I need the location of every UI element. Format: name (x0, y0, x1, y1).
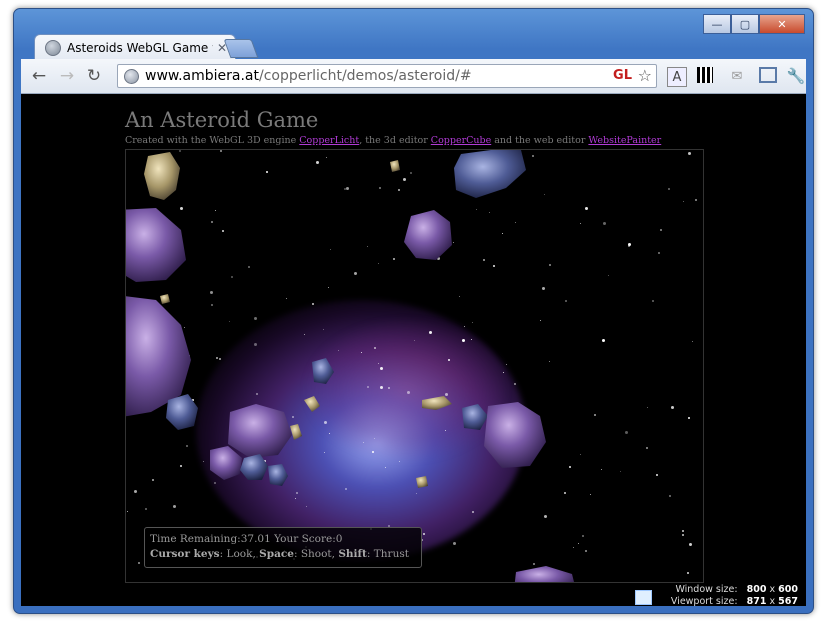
credits-mid: , the 3d editor (359, 135, 431, 146)
time-label: Time Remaining: (150, 533, 241, 545)
score-label: Your Score: (274, 533, 336, 545)
game-canvas[interactable]: Time Remaining:37.01 Your Score:0 Cursor… (125, 149, 704, 583)
asteroid (422, 396, 452, 410)
asteroid (404, 210, 452, 260)
asteroid (160, 294, 170, 304)
page-title: An Asteroid Game (125, 108, 319, 132)
asteroid (210, 446, 242, 480)
score-value: 0 (335, 533, 343, 545)
credits-line: Created with the WebGL 3D engine CopperL… (125, 135, 661, 146)
asteroid-layer (126, 150, 574, 582)
viewport-size-icon (635, 590, 652, 605)
coppercube-link[interactable]: CopperCube (431, 135, 491, 146)
viewport-width: 871 (746, 596, 767, 606)
browser-toolbar: ← → ↻ www.ambiera.at/copperlicht/demos/a… (21, 59, 806, 94)
bookmark-star-icon[interactable]: ☆ (638, 66, 652, 85)
webgl-badge[interactable]: GL (613, 68, 632, 83)
address-bar[interactable]: www.ambiera.at/copperlicht/demos/asteroi… (117, 64, 657, 88)
asteroid (228, 404, 292, 458)
viewport-height: 567 (778, 596, 798, 606)
viewport-size-info: Window size: 800 x 600 Viewport size: 87… (671, 584, 798, 606)
viewport-x: x (769, 596, 776, 606)
globe-icon (124, 68, 139, 84)
hud-controls-line: Cursor keys: Look, Space: Shoot, Shift: … (150, 547, 421, 562)
asteroid (454, 150, 526, 198)
space-key-action: : Shoot, (293, 548, 335, 560)
asteroid (312, 358, 334, 384)
cursor-keys-action: : Look, (219, 548, 256, 560)
shift-key-label: Shift (338, 548, 367, 560)
maximize-button[interactable]: ▢ (731, 14, 759, 34)
forward-arrow-icon[interactable]: → (57, 66, 77, 86)
credits-mid2: and the web editor (491, 135, 589, 146)
asteroid (484, 402, 546, 468)
credits-prefix: Created with the WebGL 3D engine (125, 135, 300, 146)
asteroid (126, 208, 186, 282)
url-domain: www.ambiera.at (145, 68, 259, 84)
game-hud: Time Remaining:37.01 Your Score:0 Cursor… (144, 527, 422, 568)
asteroid (514, 566, 574, 582)
viewport-size-row: Viewport size: 871 x 567 (671, 596, 798, 606)
browser-window: — ▢ ✕ Asteroids WebGL Game wit ✕ ← → ↻ w… (13, 8, 814, 614)
window-size-row: Window size: 800 x 600 (671, 584, 798, 596)
asteroid (304, 396, 320, 412)
mail-icon[interactable]: ✉ (728, 67, 746, 85)
time-value: 37.01 (240, 533, 271, 545)
asteroid (390, 160, 400, 172)
tab-title: Asteroids WebGL Game wit (67, 40, 213, 55)
copperlicht-link[interactable]: CopperLicht (299, 135, 359, 146)
translate-icon[interactable]: A (667, 67, 687, 87)
qr-code-icon[interactable] (697, 67, 713, 83)
asteroid (268, 464, 288, 486)
wrench-icon[interactable]: 🔧 (787, 67, 806, 85)
close-window-button[interactable]: ✕ (759, 14, 805, 34)
asteroid (240, 454, 268, 480)
globe-icon (45, 39, 61, 56)
cursor-keys-label: Cursor keys (150, 548, 220, 560)
hud-status-line: Time Remaining:37.01 Your Score:0 (150, 532, 421, 547)
window-width: 800 (746, 584, 767, 595)
websitepainter-link[interactable]: WebsitePainter (588, 135, 661, 146)
window-x: x (769, 584, 776, 595)
asteroid (166, 394, 198, 430)
viewport-size-label: Viewport size: (670, 596, 738, 606)
new-tab-button[interactable] (223, 39, 259, 58)
space-key-label: Space (259, 548, 294, 560)
browser-tab[interactable]: Asteroids WebGL Game wit ✕ (34, 34, 236, 60)
asteroid (462, 404, 488, 430)
asteroid (416, 476, 428, 488)
window-controls: — ▢ ✕ (703, 14, 805, 34)
shift-key-action: : Thrust (366, 548, 409, 560)
window-size-label: Window size: (675, 584, 738, 595)
window-icon[interactable] (759, 67, 777, 83)
window-height: 600 (778, 584, 798, 595)
url-text[interactable]: www.ambiera.at/copperlicht/demos/asteroi… (145, 68, 472, 84)
reload-icon[interactable]: ↻ (84, 66, 104, 86)
page-viewport: An Asteroid Game Created with the WebGL … (21, 94, 806, 606)
asteroid (290, 424, 302, 440)
minimize-button[interactable]: — (703, 14, 731, 34)
url-path: /copperlicht/demos/asteroid/# (258, 68, 472, 84)
back-arrow-icon[interactable]: ← (29, 66, 49, 86)
asteroid (144, 152, 180, 200)
